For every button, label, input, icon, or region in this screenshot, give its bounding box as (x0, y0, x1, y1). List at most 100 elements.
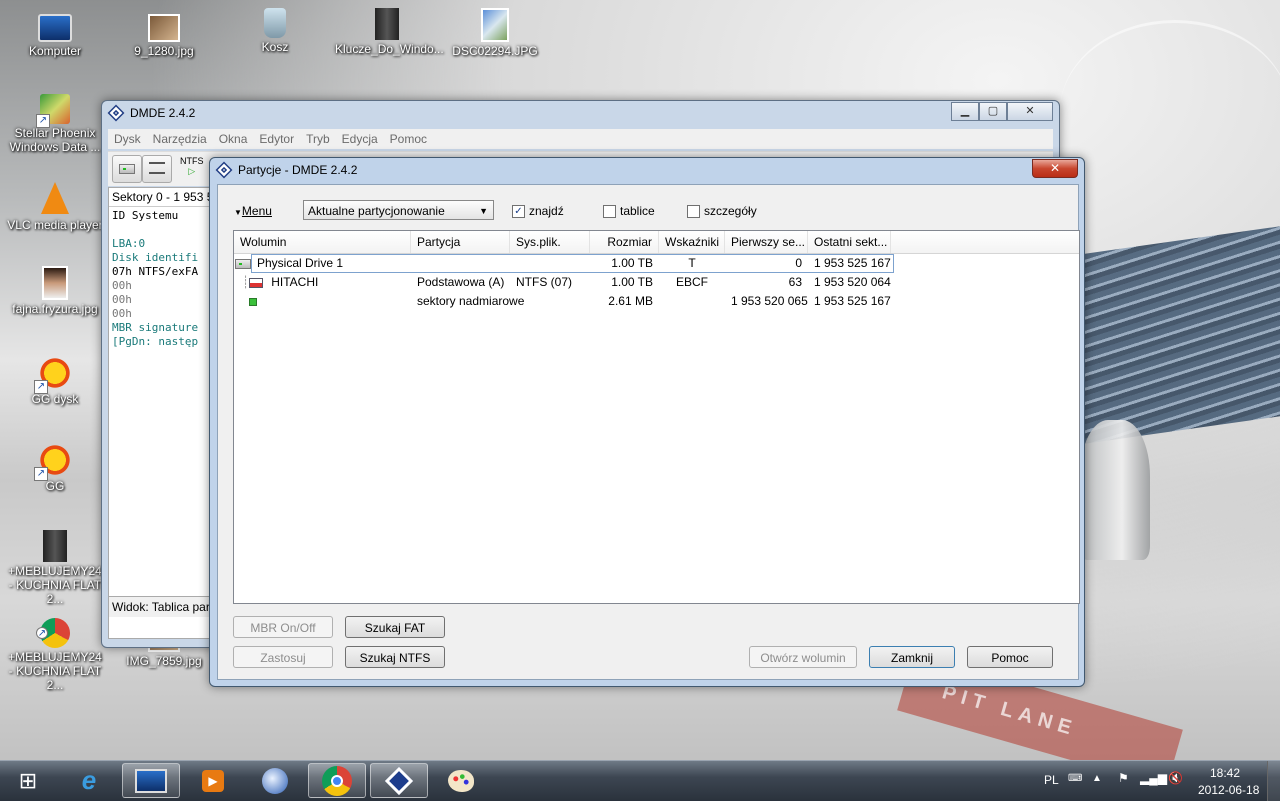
menu-okna[interactable]: Okna (213, 129, 254, 149)
desktop-icon-komputer[interactable]: Komputer (5, 8, 105, 58)
menu-edycja[interactable]: Edycja (336, 129, 384, 149)
help-button[interactable]: Pomoc (967, 646, 1053, 668)
column-sys-plik[interactable]: Sys.plik. (510, 231, 590, 253)
play-icon: ▷ (188, 166, 196, 176)
desktop-icon-kosz[interactable]: Kosz (225, 8, 325, 54)
partitions-icon (149, 162, 165, 174)
image-file-icon (148, 14, 180, 42)
system-tray: PL ⌨ ▲ ⚑ ▂▄▆ 🔇 18:42 2012-06-18 (1040, 761, 1280, 801)
menu-edytor[interactable]: Edytor (253, 129, 300, 149)
sectors-label: Sektory 0 - 1 953 5 (109, 188, 214, 207)
table-row[interactable]: Physical Drive 1 1.00 TB T 0 1 953 525 1… (235, 254, 894, 273)
computer-icon (135, 768, 167, 793)
taskbar-media-player[interactable]: ▶ (184, 763, 242, 798)
partitions-dialog: Partycje - DMDE 2.4.2 ✕ ▼Menu Aktualne p… (209, 157, 1085, 687)
menu-tryb[interactable]: Tryb (300, 129, 336, 149)
desktop-icon-9-1280[interactable]: 9_1280.jpg (114, 8, 214, 58)
partition-list[interactable]: Wolumin Partycja Sys.plik. Rozmiar Wskaź… (233, 230, 1080, 604)
column-partycja[interactable]: Partycja (411, 231, 510, 253)
checkbox-szczegoly[interactable]: szczegóły (687, 204, 757, 218)
checkbox-unchecked (687, 204, 700, 218)
stellar-phoenix-icon (36, 94, 70, 128)
menu-pomoc[interactable]: Pomoc (384, 129, 433, 149)
clock-time[interactable]: 18:42 (1210, 766, 1240, 780)
partition-icon (249, 277, 264, 288)
book-file-icon (43, 530, 67, 562)
partitioning-select[interactable]: Aktualne partycjonowanie ▼ (303, 200, 494, 220)
toolbar-drive-button[interactable] (112, 155, 142, 183)
desktop-icon-dsc02294[interactable]: DSC02294.JPG (445, 8, 545, 58)
computer-icon (38, 14, 72, 42)
panel-line: 07h NTFS/exFA (112, 265, 199, 278)
dialog-title: Partycje - DMDE 2.4.2 (238, 163, 358, 177)
chrome-icon (36, 618, 70, 648)
apply-button[interactable]: Zastosuj (233, 646, 333, 668)
vlc-icon (41, 182, 69, 214)
action-center-flag-icon[interactable]: ⚑ (1118, 771, 1129, 785)
taskbar-explorer[interactable] (122, 763, 180, 798)
close-dialog-button[interactable]: Zamknij (869, 646, 955, 668)
sector-panel: Sektory 0 - 1 953 5 ID Systemu LBA:0 Dis… (108, 187, 215, 639)
dialog-menu-button[interactable]: ▼Menu (234, 204, 272, 218)
language-indicator[interactable]: PL (1044, 773, 1059, 787)
table-row[interactable]: ┊ HITACHI Podstawowa (A) NTFS (07) 1.00 T… (234, 273, 1079, 292)
panel-line: Disk identifi (112, 251, 199, 264)
taskbar-chrome[interactable] (308, 763, 366, 798)
show-hidden-icons-icon[interactable]: ▲ (1092, 773, 1102, 784)
panel-line: 00h (112, 293, 132, 306)
keyboard-icon[interactable]: ⌨ (1068, 773, 1082, 784)
desktop-icon-vlc[interactable]: VLC media player (5, 182, 105, 232)
minimize-button[interactable]: ▁ (951, 102, 979, 121)
column-rozmiar[interactable]: Rozmiar (590, 231, 659, 253)
table-row[interactable]: sektory nadmiarowe 2.61 MB 1 953 520 065… (234, 292, 1079, 311)
checkbox-znajdz[interactable]: ✓ znajdź (512, 204, 564, 218)
toolbar-partitions-button[interactable] (142, 155, 172, 183)
taskbar-dmde[interactable] (370, 763, 428, 798)
image-file-icon (42, 266, 68, 300)
wallpaper-roof (1060, 20, 1280, 203)
dialog-titlebar[interactable]: Partycje - DMDE 2.4.2 (210, 158, 1084, 182)
wallpaper-car (1080, 420, 1150, 560)
search-ntfs-button[interactable]: Szukaj NTFS (345, 646, 445, 668)
search-fat-button[interactable]: Szukaj FAT (345, 616, 445, 638)
gg-dysk-icon (34, 356, 72, 394)
clock-date[interactable]: 2012-06-18 (1198, 783, 1259, 797)
desktop-icon-gg[interactable]: GG (5, 443, 105, 493)
dialog-close-button[interactable]: ✕ (1032, 159, 1078, 178)
menu-dysk[interactable]: Dysk (108, 129, 147, 149)
column-ostatni[interactable]: Ostatni sekt... (808, 231, 891, 253)
taskbar-ie[interactable]: e (60, 763, 118, 798)
desktop-icon-gg-dysk[interactable]: GG dysk (5, 356, 105, 406)
checkbox-tablice[interactable]: tablice (603, 204, 655, 218)
panel-line: 00h (112, 307, 132, 320)
panel-line: MBR signature (112, 321, 199, 334)
start-button[interactable]: ⊞ (6, 763, 50, 799)
close-icon: ✕ (1049, 161, 1061, 175)
column-wolumin[interactable]: Wolumin (234, 231, 411, 253)
maximize-button[interactable]: ▢ (979, 102, 1007, 121)
taskbar-thunderbird[interactable] (246, 763, 304, 798)
thunderbird-icon (262, 767, 288, 794)
show-desktop-button[interactable] (1267, 761, 1280, 801)
desktop-icon-fajna-fryzura[interactable]: fajna.fryzura.jpg (5, 266, 105, 316)
dmde-app-icon (107, 104, 125, 122)
volume-muted-icon[interactable]: 🔇 (1168, 771, 1183, 785)
dialog-client: ▼Menu Aktualne partycjonowanie ▼ ✓ znajdź… (217, 184, 1080, 680)
toolbar-ntfs-button[interactable]: NTFS ▷ (180, 156, 204, 177)
column-pierwszy[interactable]: Pierwszy se... (725, 231, 808, 253)
triangle-down-icon: ▼ (234, 208, 242, 217)
column-wskazniki[interactable]: Wskaźniki (659, 231, 725, 253)
taskbar-paint[interactable] (432, 763, 490, 798)
open-volume-button[interactable]: Otwórz wolumin (749, 646, 857, 668)
desktop-icon-meblujemy-doc[interactable]: +MEBLUJEMY24 - KUCHNIA FLAT 2... (5, 530, 105, 606)
desktop-icon-meblujemy-chrome[interactable]: +MEBLUJEMY24 - KUCHNIA FLAT 2... (5, 618, 105, 692)
desktop-icon-klucze[interactable]: Klucze_Do_Windo... (335, 8, 444, 56)
main-titlebar[interactable]: DMDE 2.4.2 (102, 101, 1059, 125)
desktop-icon-stellar[interactable]: Stellar Phoenix Windows Data ... (5, 94, 105, 154)
network-signal-icon[interactable]: ▂▄▆ (1140, 771, 1167, 785)
drive-icon (119, 164, 135, 174)
mbr-onoff-button[interactable]: MBR On/Off (233, 616, 333, 638)
windows-logo-icon: ⊞ (18, 768, 38, 793)
menu-narzedzia[interactable]: Narzędzia (147, 129, 213, 149)
close-button[interactable]: ✕ (1007, 102, 1053, 121)
